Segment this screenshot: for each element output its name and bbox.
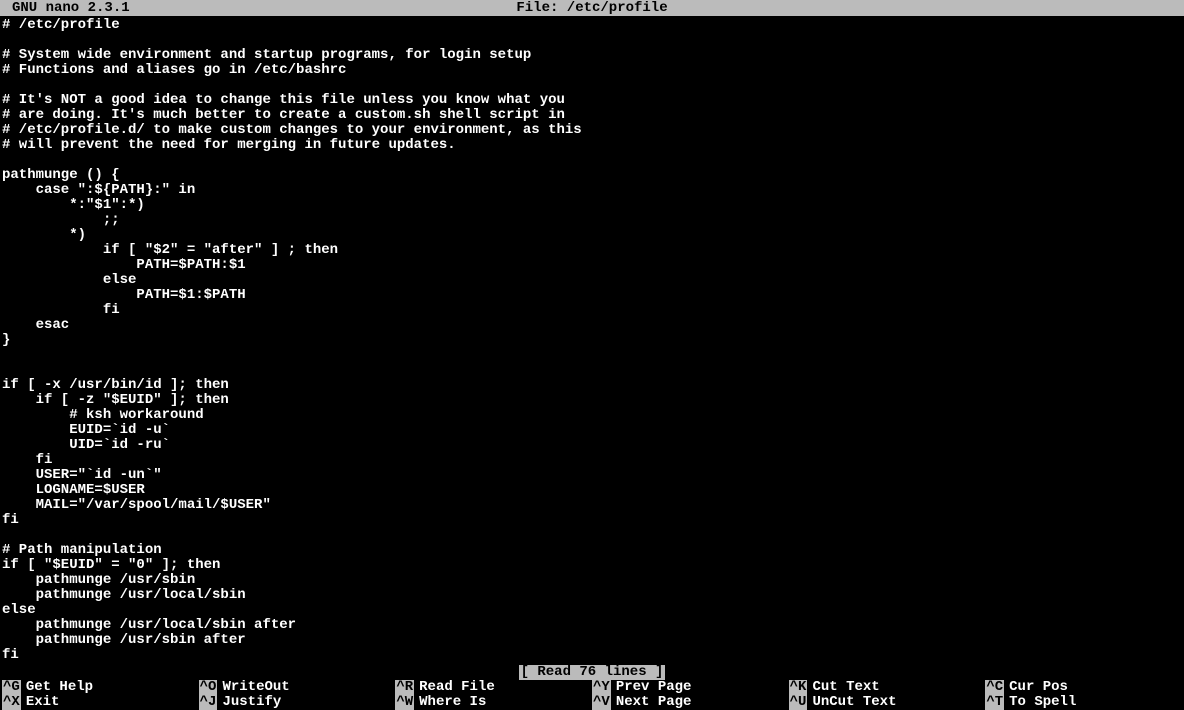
shortcut-uncut-text[interactable]: ^U UnCut Text <box>789 695 986 710</box>
key-label: ^G <box>2 680 21 695</box>
key-label: ^X <box>2 695 21 710</box>
action-label: Where Is <box>419 695 486 710</box>
shortcut-get-help[interactable]: ^G Get Help <box>2 680 199 695</box>
action-label: To Spell <box>1009 695 1076 710</box>
action-label: Cur Pos <box>1009 680 1068 695</box>
status-bar: [ Read 76 lines ] <box>0 665 1184 680</box>
action-label: Justify <box>222 695 281 710</box>
shortcut-cut-text[interactable]: ^K Cut Text <box>789 680 986 695</box>
file-name: File: /etc/profile <box>516 0 667 16</box>
key-label: ^W <box>395 695 414 710</box>
shortcut-bar: ^G Get Help ^O WriteOut ^R Read File ^Y … <box>0 680 1184 710</box>
shortcut-to-spell[interactable]: ^T To Spell <box>985 695 1182 710</box>
action-label: WriteOut <box>222 680 289 695</box>
app-name: GNU nano 2.3.1 <box>2 0 130 16</box>
shortcut-read-file[interactable]: ^R Read File <box>395 680 592 695</box>
key-label: ^R <box>395 680 414 695</box>
title-bar: GNU nano 2.3.1 File: /etc/profile <box>0 0 1184 16</box>
action-label: Read File <box>419 680 495 695</box>
shortcut-prev-page[interactable]: ^Y Prev Page <box>592 680 789 695</box>
shortcut-exit[interactable]: ^X Exit <box>2 695 199 710</box>
action-label: Cut Text <box>812 680 879 695</box>
key-label: ^K <box>789 680 808 695</box>
shortcut-writeout[interactable]: ^O WriteOut <box>199 680 396 695</box>
action-label: UnCut Text <box>812 695 896 710</box>
shortcut-where-is[interactable]: ^W Where Is <box>395 695 592 710</box>
action-label: Next Page <box>616 695 692 710</box>
key-label: ^T <box>985 695 1004 710</box>
key-label: ^J <box>199 695 218 710</box>
action-label: Exit <box>26 695 60 710</box>
key-label: ^V <box>592 695 611 710</box>
status-message: [ Read 76 lines ] <box>519 665 666 680</box>
key-label: ^C <box>985 680 1004 695</box>
key-label: ^Y <box>592 680 611 695</box>
shortcut-justify[interactable]: ^J Justify <box>199 695 396 710</box>
editor-content[interactable]: # /etc/profile # System wide environment… <box>0 16 1184 665</box>
key-label: ^O <box>199 680 218 695</box>
action-label: Get Help <box>26 680 93 695</box>
key-label: ^U <box>789 695 808 710</box>
shortcut-next-page[interactable]: ^V Next Page <box>592 695 789 710</box>
shortcut-cur-pos[interactable]: ^C Cur Pos <box>985 680 1182 695</box>
action-label: Prev Page <box>616 680 692 695</box>
